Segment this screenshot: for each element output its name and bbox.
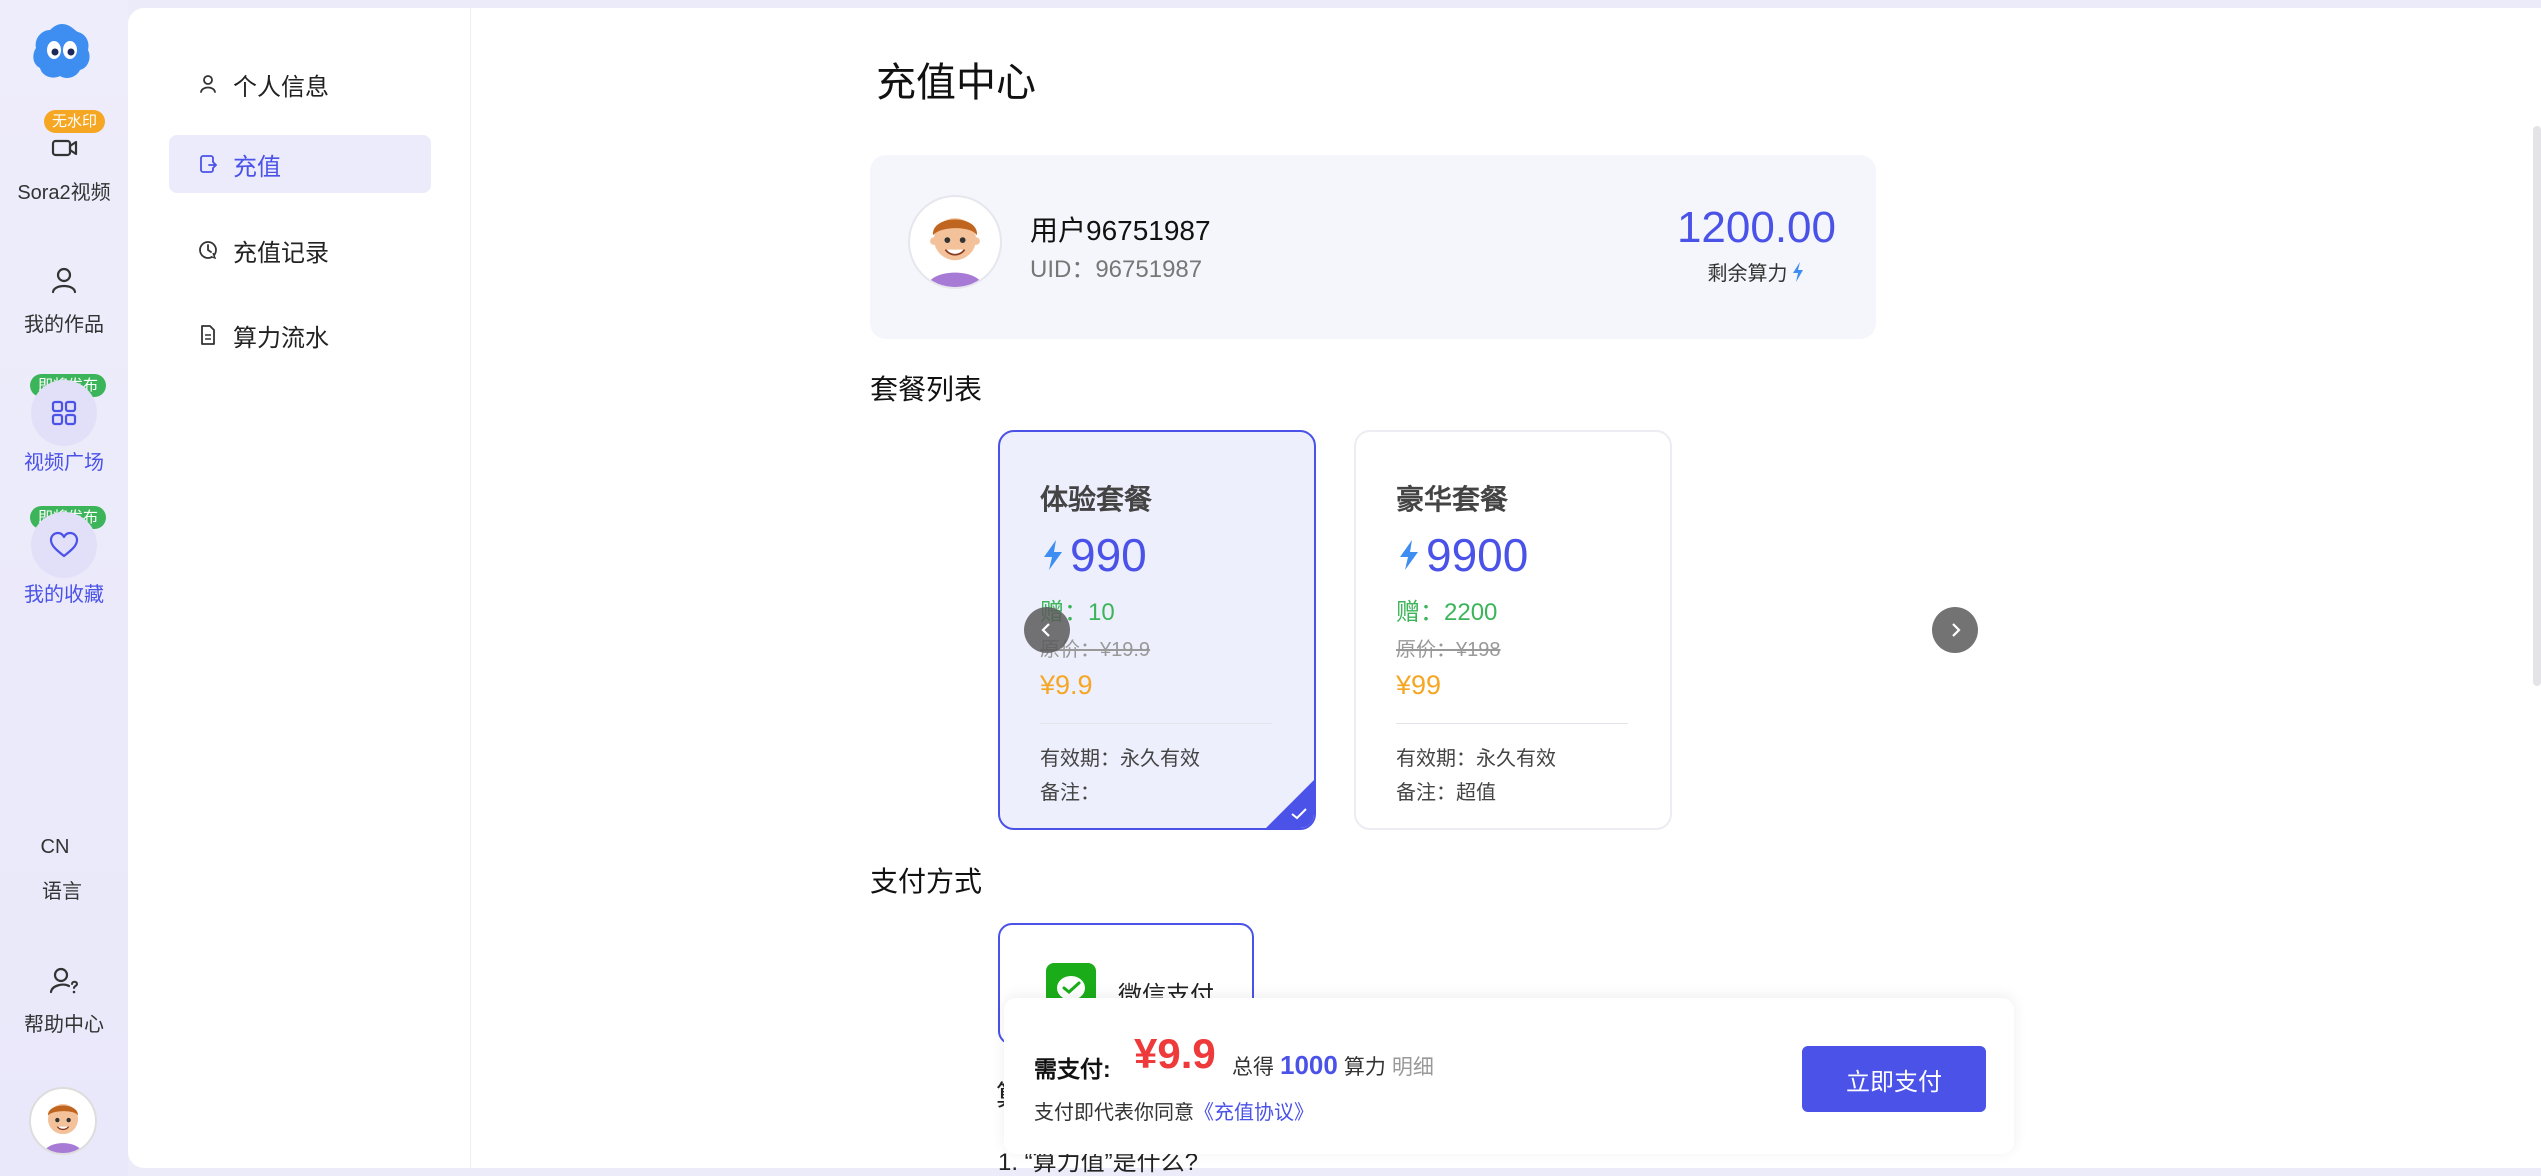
rail-item-help-center[interactable]: 帮助中心 bbox=[0, 960, 128, 1037]
check-icon bbox=[1291, 808, 1307, 820]
rail-item-label: Sora2视频 bbox=[17, 182, 111, 204]
total-price: ¥9.9 bbox=[1134, 1030, 1216, 1077]
carousel-next-button[interactable] bbox=[1932, 607, 1978, 653]
package-points-value: 990 bbox=[1070, 529, 1147, 581]
page-scrollbar[interactable] bbox=[2533, 126, 2541, 686]
user-uid: UID：96751987 bbox=[1030, 256, 1203, 283]
rail-item-label: 视频广场 bbox=[24, 452, 104, 474]
lightning-icon bbox=[1400, 540, 1418, 570]
total-points-prefix: 总得 bbox=[1232, 1056, 1274, 1079]
user-question-icon bbox=[49, 967, 79, 994]
subnav-item-recharge-history[interactable]: 充值记录 bbox=[169, 221, 431, 279]
user-avatar bbox=[908, 195, 1002, 289]
detail-link[interactable]: 明细 bbox=[1392, 1051, 1434, 1081]
subnav-item-points-flow[interactable]: 算力流水 bbox=[169, 306, 431, 364]
language-switcher[interactable]: CN 语言 bbox=[0, 836, 128, 904]
package-name: 豪华套餐 bbox=[1396, 484, 1509, 515]
subnav-item-profile[interactable]: 个人信息 bbox=[169, 55, 431, 113]
clock-icon bbox=[199, 241, 217, 260]
balance-amount: 1200.00 bbox=[1676, 203, 1836, 252]
subnav-item-label: 个人信息 bbox=[233, 73, 329, 101]
document-icon bbox=[201, 325, 215, 345]
avatar-icon bbox=[927, 218, 983, 287]
account-subnav: 个人信息 充值 充值记录 算力流水 bbox=[128, 8, 471, 1168]
page-title: 充值中心 bbox=[876, 61, 1036, 105]
subnav-item-label: 算力流水 bbox=[233, 324, 329, 352]
total-points: 总得 1000 算力 明细 bbox=[1232, 1050, 1434, 1081]
package-validity: 有效期：永久有效 bbox=[1040, 748, 1200, 770]
rail-avatar[interactable] bbox=[29, 1087, 97, 1155]
package-price: ¥99 bbox=[1396, 670, 1442, 700]
grid-icon bbox=[51, 400, 77, 426]
language-label: 语言 bbox=[42, 881, 82, 903]
video-camera-icon bbox=[51, 139, 78, 157]
user-icon bbox=[51, 267, 77, 294]
subnav-item-recharge[interactable]: 充值 bbox=[169, 135, 431, 193]
payment-title: 支付方式 bbox=[870, 866, 983, 897]
rail-item-sora2-video[interactable]: Sora2视频 bbox=[0, 128, 128, 205]
icon-background bbox=[31, 380, 97, 446]
rail-item-my-favorites[interactable]: 我的收藏 bbox=[0, 512, 128, 607]
packages-title: 套餐列表 bbox=[870, 374, 983, 405]
heart-icon bbox=[49, 531, 79, 558]
user-card: 用户96751987 UID：96751987 1200.00 剩余算力 bbox=[870, 155, 1876, 339]
package-points: 9900 bbox=[1396, 528, 1670, 582]
package-original-price: 原价：¥198 bbox=[1396, 639, 1501, 661]
points-balance: 1200.00 剩余算力 bbox=[1677, 203, 1836, 286]
package-points-value: 9900 bbox=[1426, 529, 1529, 581]
app-logo-icon[interactable] bbox=[30, 20, 94, 84]
agreement-prefix: 支付即代表你同意 bbox=[1034, 1102, 1194, 1124]
chevron-left-icon bbox=[1041, 623, 1050, 637]
package-gift: 赠：2200 bbox=[1396, 599, 1498, 626]
lightning-icon bbox=[1793, 261, 1804, 282]
avatar-icon bbox=[44, 1104, 82, 1153]
recharge-icon bbox=[200, 155, 218, 173]
language-code: CN bbox=[40, 836, 70, 858]
payment-summary-bar: 需支付: ¥9.9 总得 1000 算力 明细 支付即代表你同意《充值协议》 立… bbox=[1004, 998, 2014, 1154]
balance-label-wrap: 剩余算力 bbox=[1707, 257, 1805, 286]
package-meta: 有效期：永久有效 备注：超值 bbox=[1396, 742, 1670, 810]
chevron-right-icon bbox=[1952, 623, 1961, 637]
rail-item-my-works[interactable]: 我的作品 bbox=[0, 260, 128, 337]
package-divider bbox=[1396, 723, 1628, 724]
icon-background bbox=[31, 512, 97, 578]
user-icon bbox=[200, 75, 216, 93]
package-name: 体验套餐 bbox=[1040, 484, 1153, 515]
package-original-price: 原价：¥19.9 bbox=[1040, 639, 1151, 661]
package-validity: 有效期：永久有效 bbox=[1396, 748, 1556, 770]
package-points: 990 bbox=[1040, 528, 1314, 582]
pay-now-button[interactable]: 立即支付 bbox=[1802, 1046, 1986, 1112]
agreement-text: 支付即代表你同意《充值协议》 bbox=[1034, 1096, 1314, 1125]
package-divider bbox=[1040, 723, 1272, 724]
rail-item-label: 我的收藏 bbox=[24, 584, 104, 606]
rail-item-label: 我的作品 bbox=[24, 314, 104, 336]
carousel-prev-button[interactable] bbox=[1024, 607, 1070, 653]
user-name: 用户96751987 bbox=[1030, 215, 1211, 246]
package-gift: 赠：10 bbox=[1040, 599, 1115, 626]
package-note: 备注：超值 bbox=[1396, 782, 1496, 804]
balance-label: 剩余算力 bbox=[1707, 263, 1788, 285]
recharge-agreement-link[interactable]: 《充值协议》 bbox=[1194, 1102, 1314, 1124]
total-points-suffix: 算力 bbox=[1343, 1056, 1386, 1079]
package-card-deluxe[interactable]: 豪华套餐 9900 赠：2200 原价：¥198 ¥99 有效期：永久有效 备注… bbox=[1354, 430, 1672, 830]
left-rail: 无水印 Sora2视频 我的作品 即将发布 视频广场 即将发布 bbox=[0, 0, 128, 1176]
subnav-item-label: 充值记录 bbox=[233, 239, 329, 267]
package-price: ¥9.9 bbox=[1040, 670, 1093, 700]
rail-item-video-square[interactable]: 视频广场 bbox=[0, 380, 128, 475]
lightning-icon bbox=[1044, 540, 1062, 570]
rail-item-label: 帮助中心 bbox=[24, 1014, 104, 1036]
total-points-value: 1000 bbox=[1280, 1050, 1338, 1080]
need-pay-label: 需支付: bbox=[1034, 1056, 1111, 1082]
subnav-item-label: 充值 bbox=[233, 153, 281, 181]
